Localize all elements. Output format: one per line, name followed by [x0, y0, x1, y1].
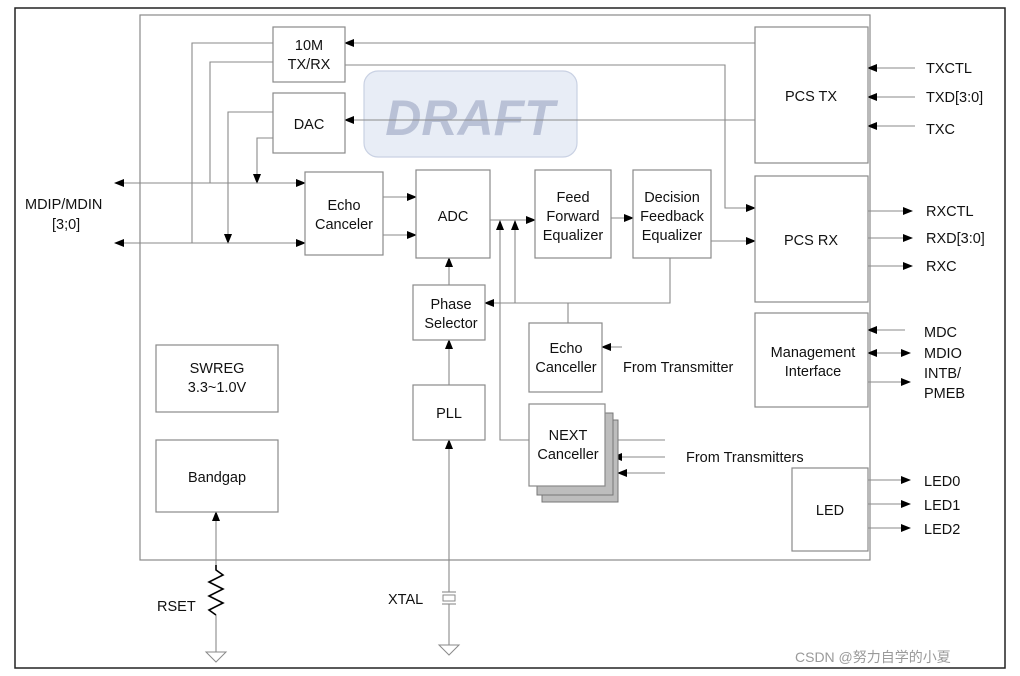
label-mdc: MDC	[924, 325, 957, 341]
label-txc: TXC	[926, 122, 955, 138]
svg-text:PLL: PLL	[436, 406, 462, 422]
svg-text:Bandgap: Bandgap	[188, 470, 246, 486]
svg-text:10M: 10M	[295, 38, 323, 54]
block-echo-canceler: Echo Canceler	[304, 171, 384, 256]
svg-text:Selector: Selector	[424, 316, 477, 332]
svg-text:Canceler: Canceler	[315, 217, 373, 233]
block-echo-canceller: Echo Canceller	[528, 322, 603, 393]
label-mdi-range: [3;0]	[52, 217, 80, 233]
svg-text:Forward: Forward	[546, 209, 599, 225]
svg-text:Canceller: Canceller	[537, 447, 598, 463]
label-led0: LED0	[924, 474, 960, 490]
label-led2: LED2	[924, 522, 960, 538]
svg-text:Feedback: Feedback	[640, 209, 704, 225]
block-pcs-rx: PCS RX	[754, 175, 869, 303]
svg-text:Feed: Feed	[556, 190, 589, 206]
block-decision-feedback-equalizer: Decision Feedback Equalizer	[632, 169, 712, 259]
source-watermark: CSDN @努力自学的小夏	[795, 649, 951, 665]
svg-text:Phase: Phase	[430, 297, 471, 313]
svg-text:PCS RX: PCS RX	[784, 233, 838, 249]
svg-text:Canceller: Canceller	[535, 360, 596, 376]
svg-text:Equalizer: Equalizer	[642, 228, 703, 244]
svg-text:Management: Management	[771, 345, 856, 361]
block-pll: PLL	[412, 384, 486, 441]
svg-text:Decision: Decision	[644, 190, 700, 206]
label-led1: LED1	[924, 498, 960, 514]
svg-text:DRAFT: DRAFT	[385, 90, 559, 146]
label-intb: INTB/	[924, 366, 962, 382]
block-management-interface: Management Interface	[754, 312, 869, 408]
label-rset: RSET	[157, 599, 196, 615]
svg-text:Echo: Echo	[327, 198, 360, 214]
svg-text:3.3~1.0V: 3.3~1.0V	[188, 380, 247, 396]
block-phase-selector: Phase Selector	[412, 284, 486, 341]
label-rxd: RXD[3:0]	[926, 231, 985, 247]
svg-text:DAC: DAC	[294, 117, 325, 133]
block-feed-forward-equalizer: Feed Forward Equalizer	[534, 169, 612, 259]
svg-text:LED: LED	[816, 503, 844, 519]
block-dac: DAC	[272, 92, 346, 154]
block-10m-txrx: 10M TX/RX	[272, 26, 346, 83]
svg-text:SWREG: SWREG	[190, 361, 245, 377]
label-txd: TXD[3:0]	[926, 90, 983, 106]
block-adc: ADC	[415, 169, 491, 259]
label-from-transmitter: From Transmitter	[623, 360, 734, 376]
label-from-transmitters: From Transmitters	[686, 450, 804, 466]
label-rxc: RXC	[926, 259, 957, 275]
label-txctl: TXCTL	[926, 61, 972, 77]
svg-text:NEXT: NEXT	[549, 428, 588, 444]
label-mdio: MDIO	[924, 346, 962, 362]
label-pmeb: PMEB	[924, 386, 965, 402]
draft-watermark: DRAFT	[363, 70, 578, 158]
svg-text:Interface: Interface	[785, 364, 841, 380]
svg-text:ADC: ADC	[438, 209, 469, 225]
svg-text:PCS TX: PCS TX	[785, 89, 837, 105]
phy-block-diagram: DRAFT 10M TX/RX DAC Echo Canceler ADC Fe…	[14, 7, 1006, 669]
label-xtal: XTAL	[388, 592, 423, 608]
label-rxctl: RXCTL	[926, 204, 974, 220]
svg-text:Equalizer: Equalizer	[543, 228, 604, 244]
block-pcs-tx: PCS TX	[754, 26, 869, 164]
block-led: LED	[791, 467, 869, 552]
block-bandgap: Bandgap	[155, 439, 279, 513]
label-mdi: MDIP/MDIN	[25, 197, 102, 213]
block-next-canceller: NEXT Canceller	[528, 403, 619, 503]
svg-text:TX/RX: TX/RX	[288, 57, 331, 73]
block-swreg: SWREG 3.3~1.0V	[155, 344, 279, 413]
svg-text:Echo: Echo	[549, 341, 582, 357]
